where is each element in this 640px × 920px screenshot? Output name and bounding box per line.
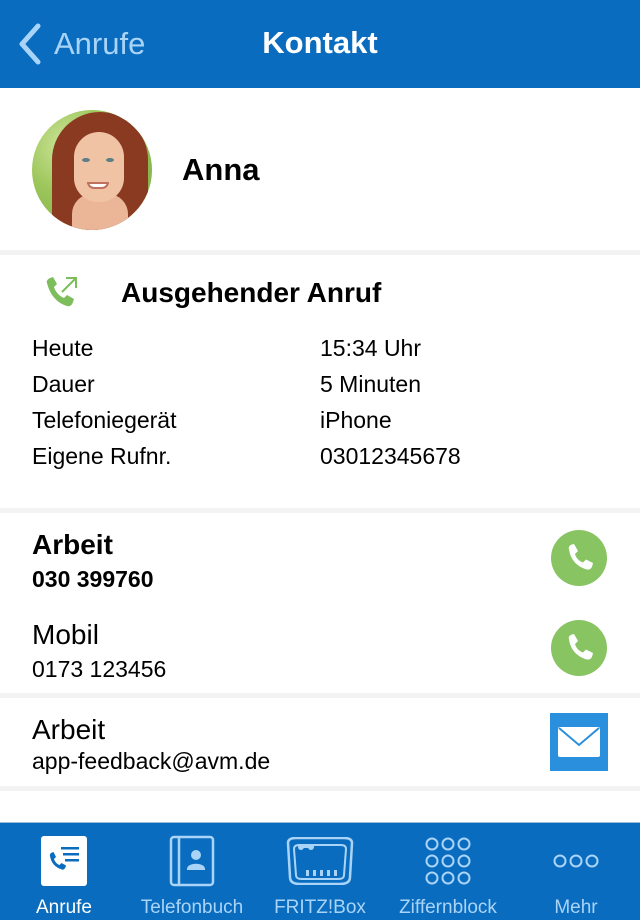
detail-label: Heute — [32, 335, 94, 361]
email-entry-work[interactable]: Arbeit app-feedback@avm.de — [0, 698, 640, 788]
tab-label: Anrufe — [36, 897, 92, 918]
outgoing-call-icon — [46, 277, 77, 307]
tab-label: Telefonbuch — [140, 897, 244, 918]
tab-icon-wrap — [410, 835, 486, 887]
page-title: Kontakt — [0, 25, 640, 61]
call-type-title: Ausgehender Anruf — [121, 277, 382, 308]
avatar-mouth — [87, 182, 109, 189]
detail-label: Eigene Rufnr. — [32, 443, 172, 469]
phone-icon — [568, 634, 593, 660]
phone-numbers-section: Arbeit 030 399760 Mobil 0173 123456 — [0, 513, 640, 693]
mail-icon — [558, 727, 600, 757]
detail-value: 15:34 Uhr — [320, 335, 422, 361]
tab-icon-wrap — [26, 835, 102, 887]
phone-number: 0173 123456 — [32, 656, 167, 682]
detail-value: 5 Minuten — [320, 371, 422, 397]
keypad-icon — [425, 837, 471, 885]
phone-number: 030 399760 — [32, 566, 154, 592]
phone-entry-work[interactable]: Arbeit 030 399760 — [0, 513, 640, 603]
detail-row-device: Telefoniegerät iPhone — [32, 407, 612, 443]
email-type: Arbeit — [32, 714, 106, 745]
contact-header: Anna — [0, 88, 640, 250]
tab-bar: Anrufe Telefonbuch FRITZ!Box Ziffernbloc… — [0, 822, 640, 920]
navigation-bar: Anrufe Kontakt — [0, 0, 640, 88]
contact-name: Anna — [182, 152, 260, 187]
phone-type: Mobil — [32, 619, 99, 650]
fritzbox-icon — [286, 837, 354, 885]
tab-fritzbox[interactable]: FRITZ!Box — [256, 823, 384, 920]
tab-icon-wrap — [154, 835, 230, 887]
more-icon — [553, 854, 599, 868]
page-title-text: Kontakt — [262, 25, 378, 60]
phone-type: Arbeit — [32, 529, 113, 560]
tab-keypad[interactable]: Ziffernblock — [384, 823, 512, 920]
tab-phonebook[interactable]: Telefonbuch — [128, 823, 256, 920]
phonebook-icon — [169, 835, 215, 887]
detail-label: Dauer — [32, 371, 95, 397]
tab-label: FRITZ!Box — [274, 897, 366, 918]
email-address: app-feedback@avm.de — [32, 748, 271, 774]
phone-entry-mobile[interactable]: Mobil 0173 123456 — [0, 603, 640, 693]
detail-value: 03012345678 — [320, 443, 461, 469]
send-mail-button[interactable] — [550, 713, 608, 771]
phone-icon — [568, 544, 593, 570]
avatar — [32, 110, 152, 230]
call-button[interactable] — [551, 620, 607, 676]
detail-value: iPhone — [320, 407, 392, 433]
tab-more[interactable]: Mehr — [512, 823, 640, 920]
section-divider — [0, 786, 640, 791]
tab-icon-wrap — [538, 835, 614, 887]
tab-calls[interactable]: Anrufe — [0, 823, 128, 920]
detail-row-duration: Dauer 5 Minuten — [32, 371, 612, 407]
call-button[interactable] — [551, 530, 607, 586]
avatar-eye — [106, 158, 114, 162]
avatar-eye — [82, 158, 90, 162]
detail-row-own-number: Eigene Rufnr. 03012345678 — [32, 443, 612, 479]
detail-row-date: Heute 15:34 Uhr — [32, 335, 612, 371]
tab-label: Ziffernblock — [399, 897, 497, 918]
email-section: Arbeit app-feedback@avm.de — [0, 698, 640, 786]
calls-list-icon — [41, 836, 87, 886]
call-details-section: Ausgehender Anruf Heute 15:34 Uhr Dauer … — [0, 255, 640, 508]
tab-label: Mehr — [554, 897, 598, 918]
detail-label: Telefoniegerät — [32, 407, 177, 433]
avatar-face — [74, 132, 124, 202]
tab-icon-wrap — [282, 835, 358, 887]
